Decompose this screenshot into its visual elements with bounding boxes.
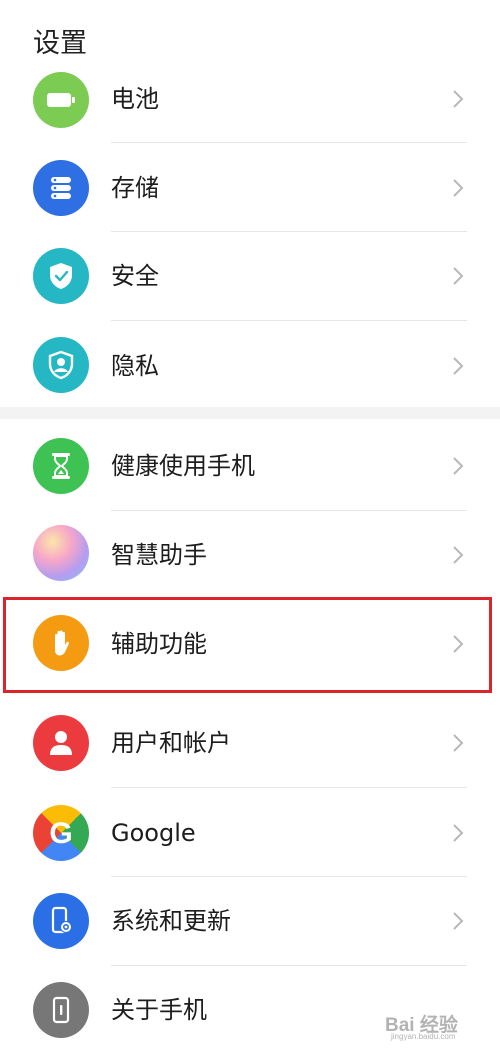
chevron-right-icon bbox=[447, 351, 469, 381]
settings-item-storage[interactable]: 存储 bbox=[0, 143, 500, 232]
baidu-jingyan-watermark: Bai 经验 jingyan.baidu.com bbox=[385, 1008, 497, 1044]
settings-item-system-updates[interactable]: 系统和更新 bbox=[0, 877, 500, 966]
chevron-right-icon bbox=[447, 84, 469, 114]
hourglass-icon bbox=[33, 438, 89, 494]
chevron-right-icon bbox=[447, 728, 469, 758]
privacy-shield-icon bbox=[33, 337, 89, 393]
settings-item-privacy[interactable]: 隐私 bbox=[0, 321, 500, 410]
google-icon: G bbox=[33, 805, 89, 861]
phone-gear-icon bbox=[33, 893, 89, 949]
chevron-right-icon bbox=[447, 173, 469, 203]
settings-item-security[interactable]: 安全 bbox=[0, 232, 500, 321]
settings-item-users-accounts[interactable]: 用户和帐户 bbox=[0, 698, 500, 787]
watermark-subtext: jingyan.baidu.com bbox=[391, 1032, 456, 1041]
svg-text:G: G bbox=[49, 817, 72, 850]
phone-info-icon bbox=[33, 982, 89, 1038]
highlight-box bbox=[3, 597, 492, 693]
storage-icon bbox=[33, 160, 89, 216]
settings-item-label: 安全 bbox=[111, 262, 159, 290]
chevron-right-icon bbox=[447, 818, 469, 848]
settings-item-digital-balance[interactable]: 健康使用手机 bbox=[0, 421, 500, 510]
settings-item-label: 关于手机 bbox=[111, 996, 207, 1024]
chevron-right-icon bbox=[447, 451, 469, 481]
settings-item-label: 隐私 bbox=[111, 352, 159, 380]
settings-item-label: 电池 bbox=[111, 85, 159, 113]
settings-item-smart-assistant[interactable]: 智慧助手 bbox=[0, 511, 500, 600]
chevron-right-icon bbox=[447, 261, 469, 291]
settings-item-label: 存储 bbox=[111, 174, 159, 202]
settings-item-battery[interactable]: 电池 bbox=[0, 56, 500, 145]
settings-item-label: 智慧助手 bbox=[111, 541, 207, 569]
settings-item-google[interactable]: G Google bbox=[0, 788, 500, 877]
chevron-right-icon bbox=[447, 906, 469, 936]
chevron-right-icon bbox=[447, 540, 469, 570]
shield-check-icon bbox=[33, 248, 89, 304]
section-separator bbox=[0, 407, 500, 419]
settings-item-label: 系统和更新 bbox=[111, 907, 231, 935]
settings-item-label: 健康使用手机 bbox=[111, 452, 255, 480]
settings-item-label: Google bbox=[111, 819, 196, 847]
assistant-orb-icon bbox=[33, 525, 89, 581]
user-icon bbox=[33, 715, 89, 771]
battery-icon bbox=[33, 72, 89, 128]
settings-item-label: 用户和帐户 bbox=[111, 729, 231, 757]
